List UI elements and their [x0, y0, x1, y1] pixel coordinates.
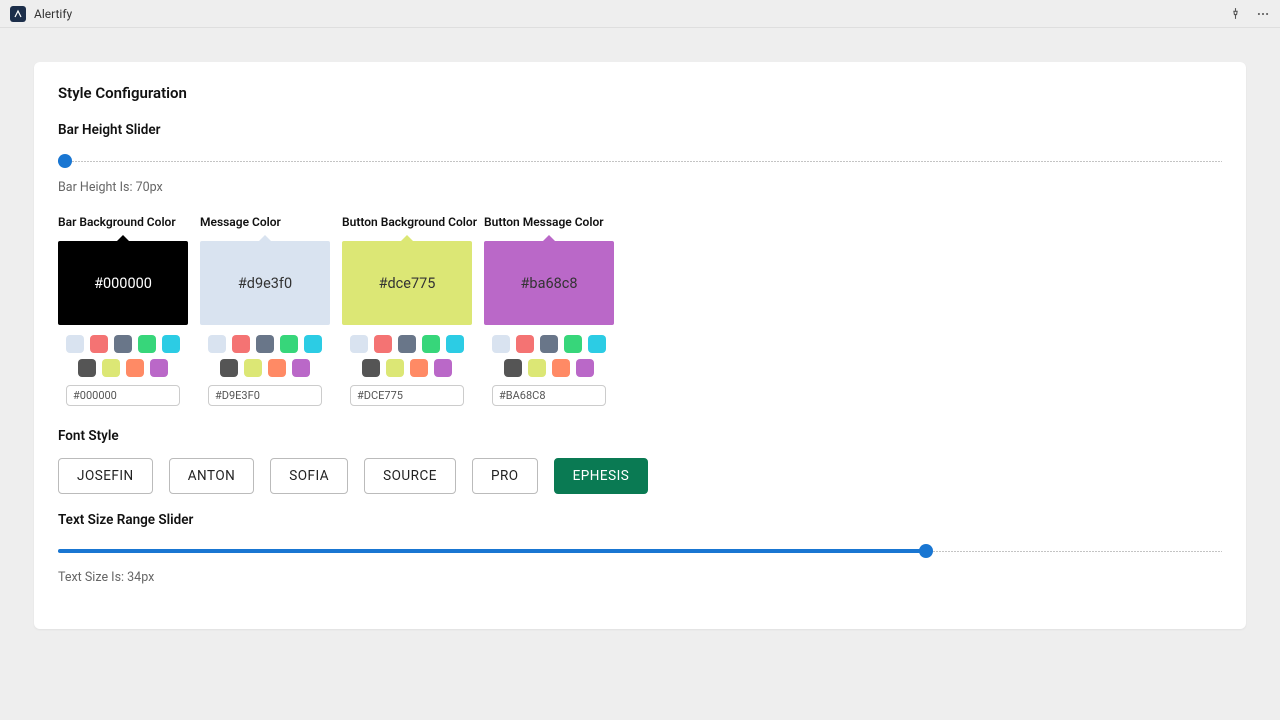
- swatch[interactable]: [102, 359, 120, 377]
- card-title: Style Configuration: [58, 84, 1222, 102]
- color-preview: #d9e3f0: [200, 241, 330, 325]
- hex-input[interactable]: [350, 385, 464, 406]
- bar-height-slider[interactable]: [58, 152, 1222, 170]
- slider-fill: [58, 549, 926, 553]
- app-icon: [10, 6, 26, 22]
- bar-height-status: Bar Height Is: 70px: [58, 180, 1222, 195]
- color-preview: #dce775: [342, 241, 472, 325]
- titlebar-right: [1228, 7, 1270, 21]
- swatch[interactable]: [126, 359, 144, 377]
- swatch[interactable]: [528, 359, 546, 377]
- swatch[interactable]: [304, 335, 322, 353]
- color-picker-button-msg: Button Message Color #ba68c8: [484, 215, 614, 406]
- swatch[interactable]: [220, 359, 238, 377]
- color-preview: #ba68c8: [484, 241, 614, 325]
- font-buttons-row: JOSEFIN ANTON SOFIA SOURCE PRO EPHESIS: [58, 458, 1222, 494]
- font-style-section: Font Style JOSEFIN ANTON SOFIA SOURCE PRO EPH…: [58, 428, 1222, 494]
- swatch[interactable]: [386, 359, 404, 377]
- color-picker-message: Message Color #d9e3f0: [200, 215, 330, 406]
- color-pickers-row: Bar Background Color#000000Message Color…: [58, 215, 1222, 406]
- swatch[interactable]: [90, 335, 108, 353]
- swatch[interactable]: [504, 359, 522, 377]
- color-preview: #000000: [58, 241, 188, 325]
- font-btn-pro[interactable]: PRO: [472, 458, 538, 494]
- app-title: Alertify: [34, 7, 72, 21]
- font-btn-anton[interactable]: ANTON: [169, 458, 255, 494]
- font-btn-ephesis[interactable]: EPHESIS: [554, 458, 649, 494]
- slider-thumb[interactable]: [58, 154, 72, 168]
- font-btn-source[interactable]: SOURCE: [364, 458, 456, 494]
- font-btn-sofia[interactable]: SOFIA: [270, 458, 348, 494]
- font-style-label: Font Style: [58, 428, 1222, 444]
- swatch[interactable]: [138, 335, 156, 353]
- text-size-label: Text Size Range Slider: [58, 512, 1222, 528]
- swatch[interactable]: [208, 335, 226, 353]
- swatch[interactable]: [280, 335, 298, 353]
- window-titlebar: Alertify: [0, 0, 1280, 28]
- workspace[interactable]: Style Configuration Bar Height Slider Ba…: [0, 28, 1280, 720]
- swatch[interactable]: [552, 359, 570, 377]
- swatches: [342, 335, 472, 377]
- swatches: [200, 335, 330, 377]
- picker-label: Button Background Color: [342, 215, 472, 229]
- swatch[interactable]: [492, 335, 510, 353]
- swatches: [58, 335, 188, 377]
- titlebar-left: Alertify: [10, 6, 72, 22]
- swatch[interactable]: [114, 335, 132, 353]
- swatch[interactable]: [422, 335, 440, 353]
- swatch[interactable]: [78, 359, 96, 377]
- swatch[interactable]: [398, 335, 416, 353]
- slider-thumb[interactable]: [919, 544, 933, 558]
- slider-track: [58, 160, 1222, 163]
- swatch[interactable]: [232, 335, 250, 353]
- swatch[interactable]: [268, 359, 286, 377]
- picker-label: Bar Background Color: [58, 215, 188, 229]
- swatch[interactable]: [540, 335, 558, 353]
- text-size-slider[interactable]: [58, 542, 1222, 560]
- swatch[interactable]: [588, 335, 606, 353]
- color-picker-button-bg: Button Background Color #dce775: [342, 215, 472, 406]
- swatch[interactable]: [374, 335, 392, 353]
- color-picker-bar-bg: Bar Background Color #000000: [58, 215, 188, 406]
- swatch[interactable]: [362, 359, 380, 377]
- font-btn-josefin[interactable]: JOSEFIN: [58, 458, 153, 494]
- swatch[interactable]: [256, 335, 274, 353]
- text-size-status: Text Size Is: 34px: [58, 570, 1222, 585]
- bar-height-label: Bar Height Slider: [58, 122, 1222, 138]
- swatch[interactable]: [244, 359, 262, 377]
- swatch[interactable]: [410, 359, 428, 377]
- picker-label: Message Color: [200, 215, 330, 229]
- swatch[interactable]: [350, 335, 368, 353]
- more-icon[interactable]: [1256, 7, 1270, 21]
- swatch[interactable]: [564, 335, 582, 353]
- picker-label: Button Message Color: [484, 215, 614, 229]
- text-size-section: Text Size Range Slider Text Size Is: 34p…: [58, 512, 1222, 585]
- swatch[interactable]: [446, 335, 464, 353]
- swatch[interactable]: [150, 359, 168, 377]
- hex-input[interactable]: [66, 385, 180, 406]
- swatch[interactable]: [162, 335, 180, 353]
- swatch[interactable]: [292, 359, 310, 377]
- hex-input[interactable]: [208, 385, 322, 406]
- swatch[interactable]: [576, 359, 594, 377]
- hex-input[interactable]: [492, 385, 606, 406]
- swatches: [484, 335, 614, 377]
- style-config-card: Style Configuration Bar Height Slider Ba…: [34, 62, 1246, 629]
- swatch[interactable]: [434, 359, 452, 377]
- swatch[interactable]: [66, 335, 84, 353]
- swatch[interactable]: [516, 335, 534, 353]
- pin-icon[interactable]: [1228, 7, 1242, 21]
